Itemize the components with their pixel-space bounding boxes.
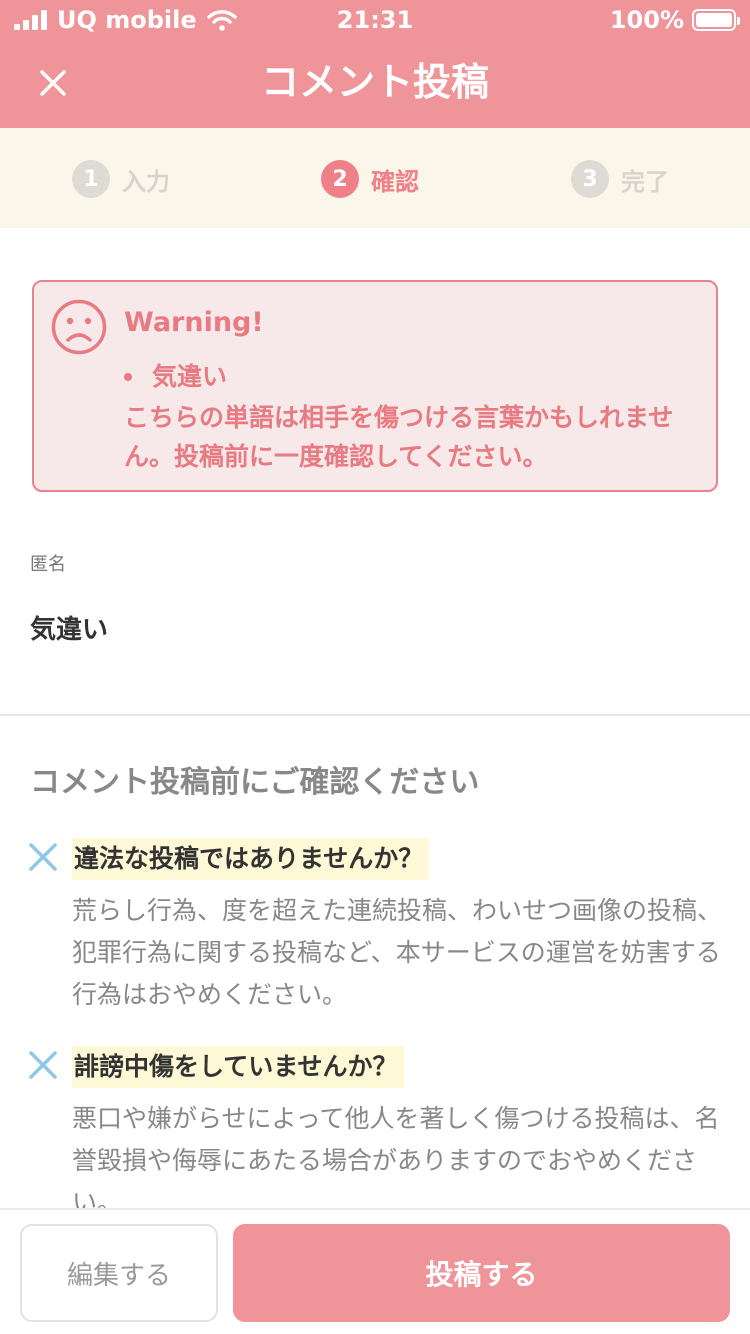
battery-percent: 100% <box>609 6 684 34</box>
warning-box: Warning! 気違い こちらの単語は相手を傷つける言葉かもしれません。投稿前… <box>32 280 718 492</box>
cross-icon <box>29 843 57 871</box>
progress-steps: 1 入力 2 確認 3 完了 <box>0 128 750 228</box>
step-confirm: 2 確認 <box>321 160 419 198</box>
notice-item-body: 荒らし行為、度を超えた連続投稿、わいせつ画像の投稿、犯罪行為に関する投稿など、本… <box>72 896 723 1009</box>
sad-face-icon <box>51 299 107 355</box>
notice-item-title: 違法な投稿ではありませんか？ <box>72 838 430 880</box>
bullet-icon <box>124 373 132 381</box>
step-number: 1 <box>72 160 110 198</box>
step-number: 2 <box>321 160 359 198</box>
cross-icon <box>29 1051 57 1079</box>
post-button[interactable]: 投稿する <box>233 1224 730 1322</box>
header: コメント投稿 <box>0 40 750 128</box>
battery-icon <box>692 9 740 31</box>
bottom-action-bar: 編集する 投稿する <box>0 1208 750 1334</box>
step-complete: 3 完了 <box>571 160 669 198</box>
edit-button[interactable]: 編集する <box>20 1224 218 1322</box>
notice-heading: コメント投稿前にご確認ください <box>30 765 480 800</box>
page-title: コメント投稿 <box>260 60 489 104</box>
step-number: 3 <box>571 160 609 198</box>
notice-item-title: 誹謗中傷をしていませんか？ <box>72 1046 404 1088</box>
step-label: 入力 <box>122 167 170 196</box>
comment-text: 気違い <box>30 615 109 645</box>
notice-item-body: 悪口や嫌がらせによって他人を著しく傷つける投稿は、名誉毀損や侮辱にあたる場合があ… <box>72 1104 720 1217</box>
step-label: 完了 <box>621 167 669 196</box>
warning-title: Warning! <box>124 307 264 338</box>
comment-author: 匿名 <box>30 554 66 575</box>
step-label: 確認 <box>371 167 419 196</box>
step-input: 1 入力 <box>72 160 170 198</box>
status-bar: UQ mobile 21:31 100% <box>0 0 750 40</box>
warning-word: 気違い <box>124 360 227 394</box>
divider <box>0 714 750 716</box>
warning-message: こちらの単語は相手を傷つける言葉かもしれません。投稿前に一度確認してください。 <box>124 403 674 471</box>
status-right: 100% <box>609 6 740 34</box>
flagged-word: 気違い <box>152 362 228 391</box>
